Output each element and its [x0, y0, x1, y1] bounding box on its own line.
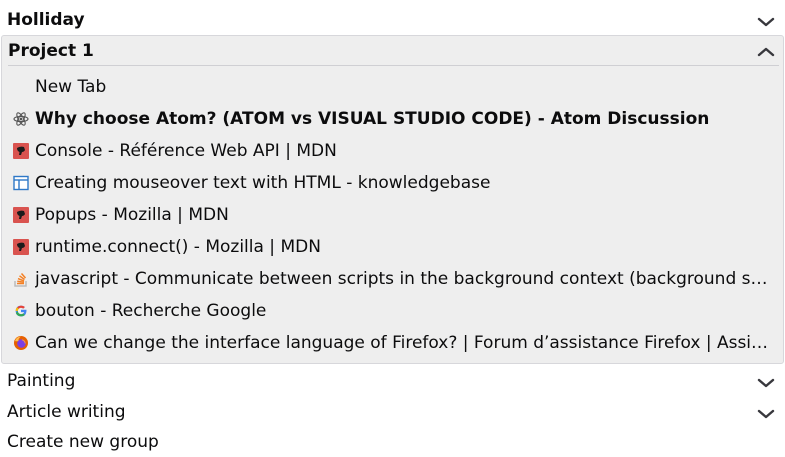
tab-item[interactable]: Can we change the interface language of …: [7, 327, 777, 357]
group-header-holliday[interactable]: Holliday: [0, 4, 785, 34]
group-name: Holliday: [7, 10, 85, 30]
mdn-icon: [13, 239, 29, 255]
chevron-down-icon[interactable]: [757, 408, 775, 420]
group-name: Painting: [7, 371, 76, 391]
create-new-group-button[interactable]: Create new group: [7, 432, 159, 452]
layout-icon: [13, 175, 29, 191]
group-header-project-1[interactable]: Project 1: [1, 36, 784, 66]
chevron-up-icon[interactable]: [757, 46, 775, 58]
tab-title: bouton - Recherche Google: [35, 301, 267, 321]
mdn-icon: [13, 143, 29, 159]
google-icon: [15, 305, 27, 317]
tab-title: New Tab: [35, 77, 107, 97]
group-name: Project 1: [8, 41, 94, 61]
tab-item[interactable]: Popups - Mozilla | MDN: [7, 199, 777, 229]
group-header-article-writing[interactable]: Article writing: [0, 396, 785, 426]
tab-title: Creating mouseover text with HTML - know…: [35, 173, 491, 193]
tab-groups-panel: Holliday Project 1 New Tab Why choose At…: [0, 0, 785, 457]
divider: [8, 65, 779, 66]
tab-item[interactable]: Why choose Atom? (ATOM vs VISUAL STUDIO …: [7, 103, 777, 133]
tab-item[interactable]: javascript - Communicate between scripts…: [7, 263, 777, 293]
firefox-icon: [14, 336, 28, 350]
tab-title: Can we change the interface language of …: [35, 333, 775, 353]
tab-item[interactable]: Creating mouseover text with HTML - know…: [7, 167, 777, 197]
tab-item[interactable]: bouton - Recherche Google: [7, 295, 777, 325]
group-project-1: Project 1 New Tab Why choose Atom? (ATOM…: [1, 35, 784, 364]
chevron-down-icon[interactable]: [757, 16, 775, 28]
atom-icon: [13, 112, 29, 126]
stackoverflow-icon: [14, 273, 27, 287]
group-header-painting[interactable]: Painting: [0, 365, 785, 395]
mdn-icon: [13, 207, 29, 223]
tab-title: Why choose Atom? (ATOM vs VISUAL STUDIO …: [35, 109, 710, 129]
tab-item[interactable]: runtime.connect() - Mozilla | MDN: [7, 231, 777, 261]
tab-title: Console - Référence Web API | MDN: [35, 141, 337, 161]
tab-title: Popups - Mozilla | MDN: [35, 205, 229, 225]
group-name: Article writing: [7, 402, 126, 422]
tab-item[interactable]: Console - Référence Web API | MDN: [7, 135, 777, 165]
tab-title: javascript - Communicate between scripts…: [35, 269, 775, 289]
chevron-down-icon[interactable]: [757, 377, 775, 389]
tab-item[interactable]: New Tab: [7, 71, 777, 101]
tab-title: runtime.connect() - Mozilla | MDN: [35, 237, 321, 257]
